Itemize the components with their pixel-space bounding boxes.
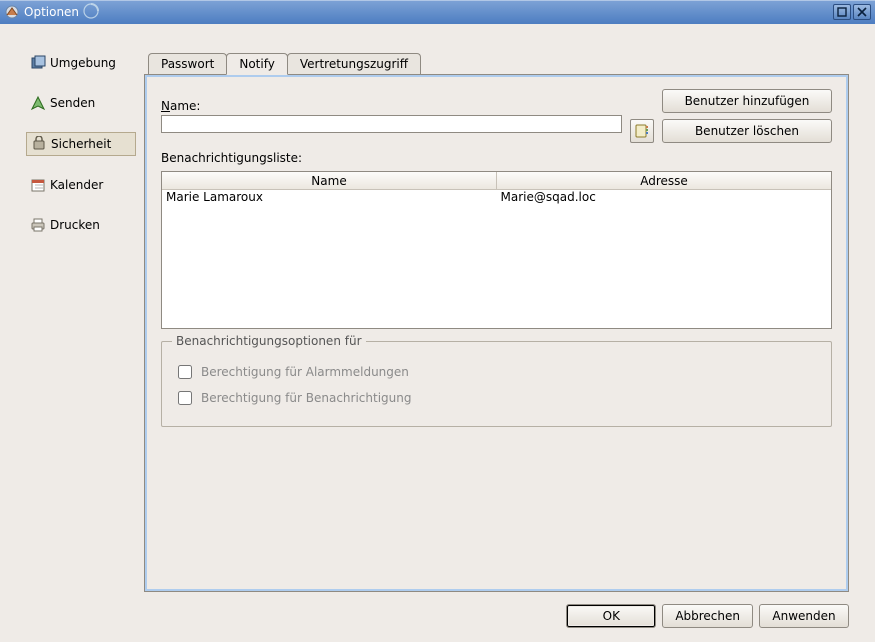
sidebar-item-label: Senden — [50, 96, 95, 110]
checkbox-input[interactable] — [178, 365, 192, 379]
dialog-body: Umgebung Senden Sicherheit Kalender — [0, 24, 875, 642]
cell-address: Marie@sqad.loc — [497, 190, 832, 206]
branding-swirl-icon — [83, 3, 99, 22]
tab-page-notify: Name: Benutzer hinzuf — [144, 74, 849, 592]
send-icon — [30, 95, 46, 111]
globe-icon — [30, 55, 46, 71]
checkbox-label: Berechtigung für Benachrichtigung — [201, 391, 411, 405]
sidebar-item-drucken[interactable]: Drucken — [26, 214, 136, 236]
group-legend: Benachrichtigungsoptionen für — [172, 334, 366, 348]
sidebar-item-label: Sicherheit — [51, 137, 111, 151]
checkbox-notify-permission[interactable]: Berechtigung für Benachrichtigung — [174, 388, 819, 408]
tab-label: Notify — [239, 57, 274, 71]
notification-list[interactable]: Name Adresse Marie Lamaroux Marie@sqad.l… — [161, 171, 832, 329]
tab-notify[interactable]: Notify — [226, 53, 287, 75]
button-label: Abbrechen — [675, 609, 740, 623]
remove-user-button[interactable]: Benutzer löschen — [662, 119, 832, 143]
sidebar-item-sicherheit[interactable]: Sicherheit — [26, 132, 136, 156]
shield-icon — [31, 136, 47, 152]
name-label: Name: — [161, 99, 622, 113]
table-body: Marie Lamaroux Marie@sqad.loc — [162, 190, 831, 328]
cancel-button[interactable]: Abbrechen — [662, 604, 753, 628]
checkbox-alarm-permission[interactable]: Berechtigung für Alarmmeldungen — [174, 362, 819, 382]
column-header-address[interactable]: Adresse — [497, 172, 831, 189]
sidebar-item-label: Drucken — [50, 218, 100, 232]
tab-label: Passwort — [161, 57, 214, 71]
apply-button[interactable]: Anwenden — [759, 604, 849, 628]
column-header-name[interactable]: Name — [162, 172, 497, 189]
sidebar-item-senden[interactable]: Senden — [26, 92, 136, 114]
notification-options-group: Benachrichtigungsoptionen für Berechtigu… — [161, 341, 832, 427]
calendar-icon — [30, 177, 46, 193]
window-title: Optionen — [24, 5, 79, 19]
sidebar: Umgebung Senden Sicherheit Kalender — [26, 52, 136, 592]
window-maximize-button[interactable] — [833, 4, 851, 20]
table-row[interactable]: Marie Lamaroux Marie@sqad.loc — [162, 190, 831, 206]
tab-passwort[interactable]: Passwort — [148, 53, 227, 74]
name-input[interactable] — [161, 115, 622, 133]
button-label: Benutzer löschen — [695, 124, 799, 138]
dialog-footer: OK Abbrechen Anwenden — [26, 592, 849, 628]
tab-panel: Passwort Notify Vertretungszugriff Name: — [144, 52, 849, 592]
button-label: Benutzer hinzufügen — [685, 94, 810, 108]
button-label: Anwenden — [772, 609, 835, 623]
checkbox-label: Berechtigung für Alarmmeldungen — [201, 365, 409, 379]
checkbox-input[interactable] — [178, 391, 192, 405]
tab-label: Vertretungszugriff — [300, 57, 408, 71]
button-label: OK — [603, 609, 620, 623]
add-user-button[interactable]: Benutzer hinzufügen — [662, 89, 832, 113]
app-icon — [4, 4, 20, 20]
sidebar-item-label: Kalender — [50, 178, 103, 192]
sidebar-item-kalender[interactable]: Kalender — [26, 174, 136, 196]
address-book-icon — [634, 123, 650, 139]
address-book-button[interactable] — [630, 119, 654, 143]
titlebar: Optionen — [0, 0, 875, 24]
table-header: Name Adresse — [162, 172, 831, 190]
cell-name: Marie Lamaroux — [162, 190, 497, 206]
sidebar-item-umgebung[interactable]: Umgebung — [26, 52, 136, 74]
tabbar: Passwort Notify Vertretungszugriff — [144, 52, 849, 74]
tab-vertretungszugriff[interactable]: Vertretungszugriff — [287, 53, 421, 74]
notification-list-label: Benachrichtigungsliste: — [161, 151, 832, 165]
window-close-button[interactable] — [853, 4, 871, 20]
printer-icon — [30, 217, 46, 233]
ok-button[interactable]: OK — [566, 604, 656, 628]
sidebar-item-label: Umgebung — [50, 56, 116, 70]
